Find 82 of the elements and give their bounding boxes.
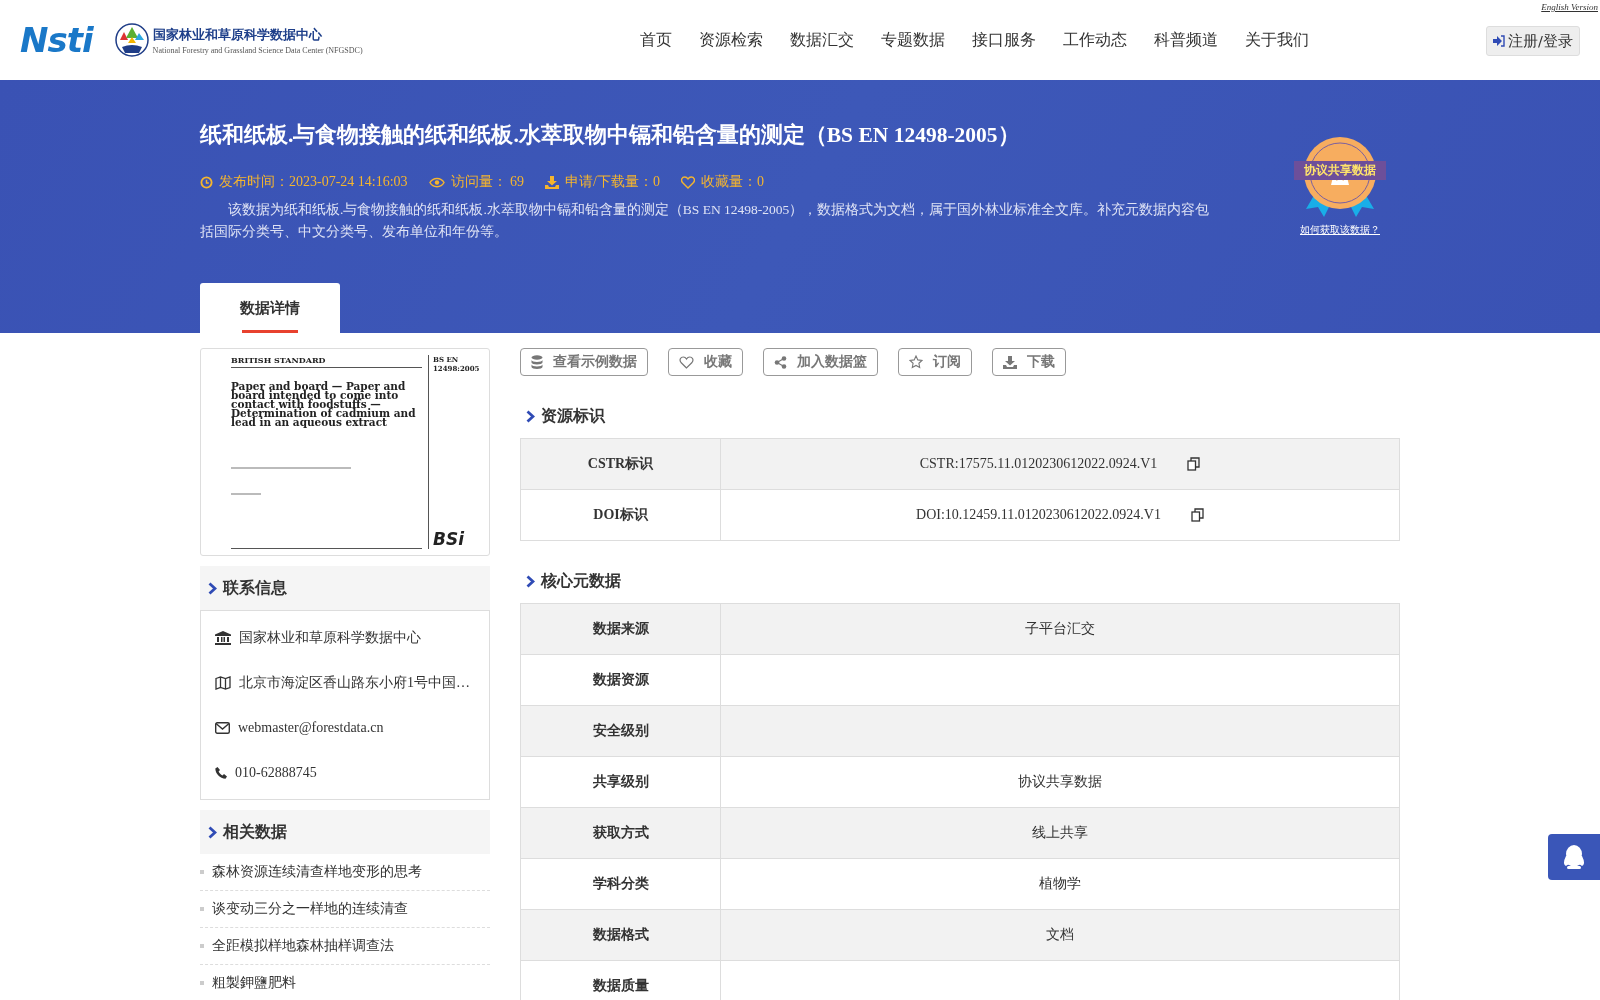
section-title: 核心元数据 <box>541 570 621 591</box>
table-cell: 共享级别 <box>521 757 721 807</box>
table-cell: 植物学 <box>1039 875 1081 893</box>
action-button[interactable]: 加入数据篮 <box>763 348 878 376</box>
tree-logo-icon <box>114 23 149 57</box>
envelope-icon <box>215 721 230 734</box>
how-to-get-link[interactable]: 如何获取该数据？ <box>1300 223 1380 237</box>
clock-icon <box>200 175 213 189</box>
table-cell: 数据质量 <box>521 961 721 1000</box>
related-data-link[interactable]: 森林资源连续清查样地变形的思考 <box>212 863 422 881</box>
action-button[interactable]: 下载 <box>992 348 1066 376</box>
dataset-title: 纸和纸板.与食物接触的纸和纸板.水萃取物中镉和铅含量的测定（BS EN 12498-2005） <box>200 122 1021 149</box>
heart-icon <box>679 355 694 369</box>
cover-title: Paper and board — Paper and board intended to come into contact with foodstuffs — Determination of cadmium and lead in an aqueous extract <box>231 382 417 427</box>
nav-link[interactable]: 接口服务 <box>958 29 1049 51</box>
chevron-icon <box>208 581 217 595</box>
org-name: 国家林业和草原科学数据中心 <box>152 25 323 44</box>
table-cell: DOI:10.12459.11.0120230612022.0924.V1 <box>916 507 1161 523</box>
bank-icon <box>215 630 231 645</box>
table-cell: 协议共享数据 <box>1018 773 1102 791</box>
table-cell: 文档 <box>1046 926 1074 944</box>
meta-text: 收藏量：0 <box>701 173 764 191</box>
table-cell: 子平台汇交 <box>1025 620 1095 638</box>
related-data-link[interactable]: 谈变动三分之一样地的连续清查 <box>212 900 408 918</box>
download-icon <box>1003 355 1017 369</box>
section-title: 相关数据 <box>223 821 287 842</box>
table-cell: 获取方式 <box>521 808 721 858</box>
nav-link[interactable]: 工作动态 <box>1049 29 1140 51</box>
contact-text: webmaster@forestdata.cn <box>238 719 384 736</box>
dataset-description: 该数据为纸和纸板.与食物接触的纸和纸板.水萃取物中镉和铅含量的测定（BS EN 12498-2005），数据格式为文档，属于国外林业标准全文库。补充元数据内容包括国际分类号、中文分类号、发布单位和年份等。 <box>200 201 1211 241</box>
map-icon <box>215 675 231 690</box>
share-icon <box>774 355 787 369</box>
nav-link[interactable]: 专题数据 <box>867 29 958 51</box>
section-title: 资源标识 <box>541 405 605 426</box>
table-cell: DOI标识 <box>521 490 721 540</box>
eye-icon <box>428 176 445 188</box>
nav-link[interactable]: 关于我们 <box>1231 29 1322 51</box>
nav-link[interactable]: 科普频道 <box>1140 29 1231 51</box>
cover-brand: BSi <box>432 529 466 549</box>
cover-header: BRITISH STANDARD <box>231 355 422 368</box>
badge-label: 协议共享数据 <box>1294 161 1386 180</box>
contact-text: 北京市海淀区香山路东小府1号中国… <box>239 673 470 692</box>
login-button[interactable]: 注册/登录 <box>1486 26 1580 56</box>
chevron-icon <box>526 409 535 423</box>
phone-icon <box>215 766 227 779</box>
chevron-icon <box>526 574 535 588</box>
table-cell: 线上共享 <box>1032 824 1088 842</box>
chat-button[interactable] <box>1548 834 1600 880</box>
nav-link[interactable]: 资源检索 <box>685 29 776 51</box>
sign-in-icon <box>1493 35 1506 47</box>
meta-text: 申请/下载量：0 <box>565 173 660 191</box>
action-button[interactable]: 订阅 <box>898 348 972 376</box>
database-icon <box>531 355 543 369</box>
org-name-english: National Forestry and Grassland Science Data Center (NFGSDC) <box>152 45 363 55</box>
related-data-link[interactable]: 全距模拟样地森林抽样调查法 <box>212 937 394 955</box>
nav-link[interactable]: 数据汇交 <box>776 29 867 51</box>
section-title: 联系信息 <box>223 577 287 598</box>
heart-icon <box>681 175 695 189</box>
chevron-icon <box>208 825 217 839</box>
penguin-icon <box>1562 844 1586 870</box>
table-cell: 安全级别 <box>521 706 721 756</box>
table-cell: 数据格式 <box>521 910 721 960</box>
table-cell: 数据来源 <box>521 604 721 654</box>
copy-icon[interactable] <box>1187 457 1201 471</box>
nav-link[interactable]: 首页 <box>626 29 685 51</box>
tab[interactable]: 数据详情 <box>200 283 340 333</box>
related-data-link[interactable]: 粗製鉀鹽肥料 <box>212 974 296 992</box>
english-version-link[interactable]: English Version <box>1541 2 1598 12</box>
meta-text: 访问量： 69 <box>450 173 525 191</box>
table-cell: 数据资源 <box>521 655 721 705</box>
table-cell: CSTR标识 <box>521 439 721 489</box>
contact-text: 国家林业和草原科学数据中心 <box>239 628 421 647</box>
site-logo[interactable]: Nsti <box>20 20 93 60</box>
table-cell: CSTR:17575.11.0120230612022.0924.V1 <box>919 456 1158 472</box>
action-button[interactable]: 收藏 <box>668 348 743 376</box>
table-cell: 学科分类 <box>521 859 721 909</box>
download-icon <box>545 175 560 189</box>
star-icon <box>909 355 923 369</box>
copy-icon[interactable] <box>1190 508 1204 522</box>
contact-text: 010-62888745 <box>235 764 317 781</box>
action-button[interactable]: 查看示例数据 <box>520 348 648 376</box>
meta-text: 发布时间：2023-07-24 14:16:03 <box>219 173 408 191</box>
